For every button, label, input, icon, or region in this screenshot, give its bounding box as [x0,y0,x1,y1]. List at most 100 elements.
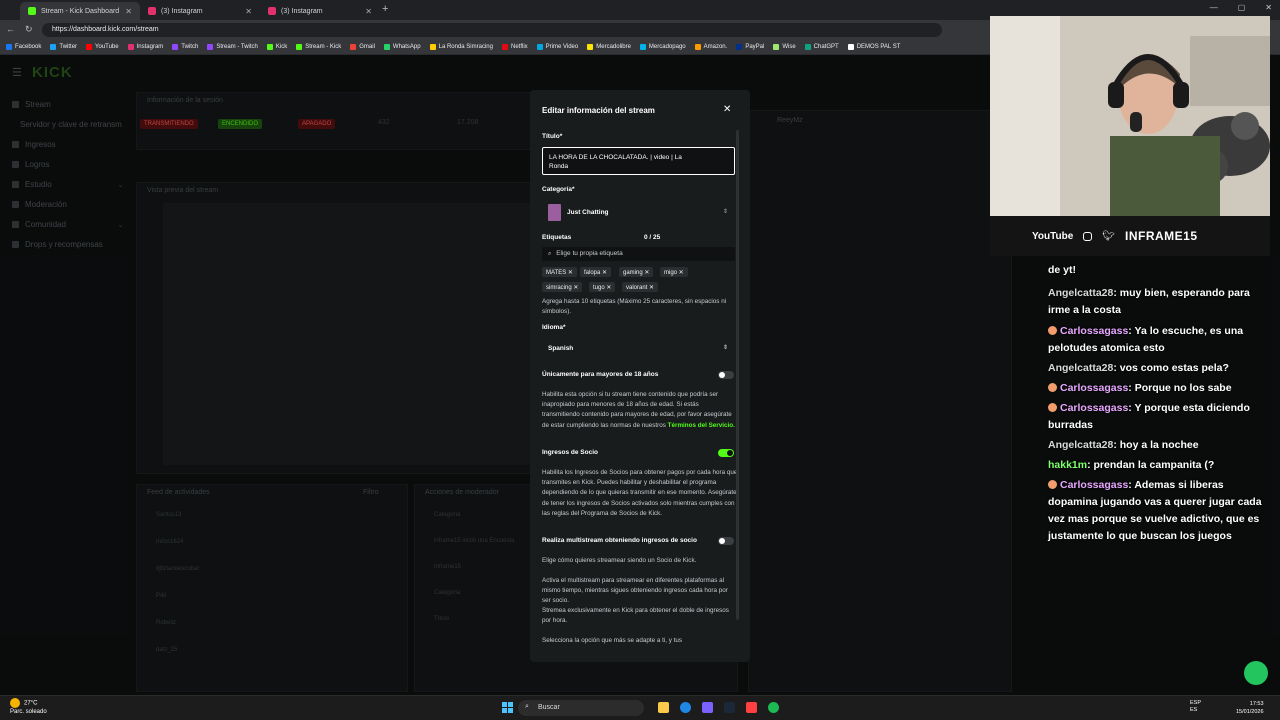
chat-username: hakk1m [1048,459,1088,471]
file-explorer-icon[interactable] [658,702,669,713]
bookmark-item[interactable]: Twitter [50,44,77,50]
chat-text: de yt! [1048,264,1077,276]
windows-start-icon[interactable] [502,702,513,713]
tag-chip[interactable]: valorant ✕ [622,282,659,292]
bookmark-item[interactable]: Wise [773,44,796,50]
title-input[interactable]: LA HORA DE LA CHOCALATADA. | video | La … [542,147,735,175]
multistream-label: Realiza multistream obteniendo ingresos … [542,537,697,544]
tag-label: migo [664,270,678,276]
language-select[interactable]: Spanish ⇕ [542,339,735,359]
taskbar-search[interactable]: ⌕ Buscar [518,700,644,716]
bookmark-item[interactable]: La Ronda Simracing [429,44,493,50]
tag-label: MATES [546,270,567,276]
back-icon[interactable]: ← [6,24,15,35]
chat-text: : hoy a la nochee [1113,439,1199,451]
edge-icon[interactable] [680,702,691,713]
tags-input[interactable]: ⌕ Elige tu propia etiqueta [542,247,735,261]
youtube-label: YouTube [1032,230,1074,242]
bookmark-item[interactable]: Instagram [127,44,163,50]
bookmark-item[interactable]: Prime Video [536,44,578,50]
bookmark-item[interactable]: YouTube [86,44,119,50]
new-tab-button[interactable]: + [382,3,388,15]
remove-tag-icon[interactable]: ✕ [643,270,649,276]
webcam-image [990,16,1270,216]
discord-icon[interactable] [702,702,713,713]
bookmark-item[interactable]: DEMOS PAL ST [847,44,900,50]
remove-tag-icon[interactable]: ✕ [600,270,607,276]
reload-icon[interactable]: ↻ [25,24,33,35]
remove-tag-icon[interactable]: ✕ [605,285,611,291]
tag-chip[interactable]: migo ✕ [660,267,688,277]
remove-tag-icon[interactable]: ✕ [647,285,654,291]
tags-placeholder: Elige tu propia etiqueta [556,250,623,257]
spotify-icon[interactable] [768,702,779,713]
chat-text: : prendan la campanita (? [1087,459,1215,471]
bookmark-favicon-icon [804,44,811,50]
tags-help: Agrega hasta 10 etiquetas (Máximo 25 car… [542,298,727,316]
remove-tag-icon[interactable]: ✕ [566,270,573,276]
tag-label: valorant [626,285,648,291]
bookmark-favicon-icon [773,44,780,50]
tab-label: Stream - Kick Dashboard [41,7,120,15]
bookmark-item[interactable]: Gmail [350,44,375,50]
partner-label: Ingresos de Socio [542,449,598,456]
bookmark-item[interactable]: Mercadopago [639,44,686,50]
close-icon[interactable]: ✕ [125,7,132,16]
terms-link[interactable]: Términos del Servicio. [668,422,735,429]
clock-time: 17:53 [1249,701,1264,707]
user-badge-icon [1048,326,1057,335]
weather-widget[interactable]: 27°C Parc. soleado [10,698,47,716]
bookmark-label: Twitter [59,44,78,50]
close-icon[interactable]: ✕ [245,7,252,16]
instagram-favicon-icon [148,7,156,15]
modal-scrollbar[interactable] [736,130,739,620]
chat-message: Carlossagass: Porque no los sabe [1048,380,1270,397]
tag-chip[interactable]: MATES ✕ [542,267,577,277]
bookmark-favicon-icon [639,44,646,50]
tab-instagram-1[interactable]: (3) Instagram ✕ [140,2,260,20]
tag-chip[interactable]: gaming ✕ [619,267,654,277]
bookmark-item[interactable]: Netflix [501,44,528,50]
close-window-icon[interactable]: ✕ [1265,3,1272,12]
bookmark-item[interactable]: ChatGPT [804,44,839,50]
tag-chip[interactable]: simracing ✕ [542,282,583,292]
tag-chip[interactable]: falopa ✕ [580,267,612,277]
bookmark-item[interactable]: Kick [266,44,287,50]
chat-message: Carlossagass: Y porque esta diciendo bur… [1048,400,1270,434]
bookmark-item[interactable]: Mercadolibre [587,44,631,50]
bookmark-favicon-icon [847,44,854,50]
tags-label: Etiquetas [542,234,572,241]
tag-chip[interactable]: tugo ✕ [589,282,616,292]
chat-bubble-icon[interactable] [1244,661,1268,685]
bookmark-item[interactable]: Stream - Twitch [207,44,258,50]
close-icon[interactable]: ✕ [723,104,731,115]
bookmark-favicon-icon [296,44,303,50]
bookmark-item[interactable]: Amazon. [694,44,727,50]
bookmark-item[interactable]: Twitch [172,44,198,50]
bookmark-item[interactable]: PayPal [736,44,764,50]
bookmark-favicon-icon [127,44,134,50]
minimize-icon[interactable]: — [1210,3,1218,12]
category-select[interactable]: Just Chatting ⇕ [542,200,735,226]
tab-instagram-2[interactable]: (3) Instagram ✕ [260,2,380,20]
lang-region: ES [1190,707,1198,713]
app-icon[interactable] [746,702,757,713]
language-indicator[interactable]: ESP ES [1190,700,1201,714]
close-icon[interactable]: ✕ [365,7,372,16]
adult-toggle[interactable] [718,371,734,379]
adult-label: Únicamente para mayores de 18 años [542,371,659,378]
maximize-icon[interactable]: ▢ [1238,3,1246,12]
bookmark-item[interactable]: Facebook [6,44,41,50]
steam-icon[interactable] [724,702,735,713]
bookmark-item[interactable]: WhatsApp [383,44,421,50]
tab-label: (3) Instagram [281,7,323,15]
clock[interactable]: 17:53 15/01/2026 [1236,700,1264,716]
partner-toggle[interactable] [718,449,734,457]
bookmark-item[interactable]: Stream - Kick [296,44,341,50]
url-field[interactable]: https://dashboard.kick.com/stream [42,23,942,37]
remove-tag-icon[interactable]: ✕ [677,270,684,276]
kick-favicon-icon [28,7,36,15]
remove-tag-icon[interactable]: ✕ [572,285,578,291]
multistream-toggle[interactable] [718,537,734,545]
tab-kick-dashboard[interactable]: Stream - Kick Dashboard ✕ [20,2,140,20]
